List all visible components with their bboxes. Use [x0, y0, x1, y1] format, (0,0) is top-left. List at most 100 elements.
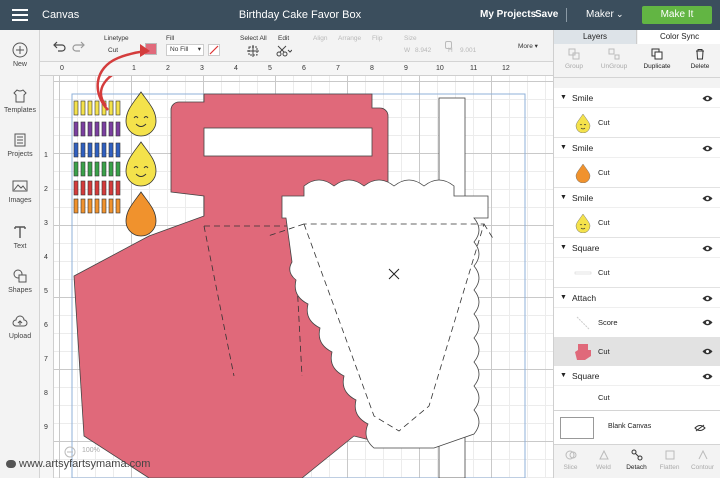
- layer-group[interactable]: ▼ Smile Cut: [554, 138, 720, 188]
- sidebar-item-text[interactable]: Text: [0, 224, 40, 250]
- layer-group[interactable]: ▼ Smile Cut: [554, 88, 720, 138]
- tab-layers[interactable]: Layers: [554, 30, 637, 44]
- slice-button[interactable]: Slice: [554, 449, 587, 471]
- layer-row[interactable]: Cut: [554, 158, 720, 187]
- design-canvas[interactable]: 100%: [54, 76, 553, 478]
- contour-icon: [698, 449, 707, 460]
- layer-group[interactable]: ▼ Smile Cut: [554, 188, 720, 238]
- layer-row[interactable]: Cut: [554, 208, 720, 237]
- eye-icon[interactable]: [702, 245, 713, 252]
- width-input[interactable]: 8.942: [415, 47, 431, 54]
- collapse-icon[interactable]: ▼: [560, 294, 567, 301]
- layer-name: Cut: [598, 347, 610, 356]
- save-button[interactable]: Save: [535, 9, 558, 20]
- ruler-tick-label: 11: [470, 65, 478, 72]
- layer-row[interactable]: Cut: [554, 108, 720, 137]
- align-label[interactable]: Align: [313, 35, 327, 42]
- sidebar-item-templates[interactable]: Templates: [0, 88, 40, 114]
- collapse-icon[interactable]: ▼: [560, 372, 567, 379]
- shirt-icon: [13, 89, 27, 103]
- layer-name: Cut: [598, 393, 610, 402]
- ruler-tick-label: 3: [44, 220, 48, 227]
- layer-actions: Group UnGroup Duplicate Delete: [554, 44, 720, 78]
- weld-button[interactable]: Weld: [587, 449, 620, 471]
- ruler-tick-label: 3: [200, 65, 204, 72]
- eye-icon[interactable]: [702, 319, 713, 326]
- flip-label[interactable]: Flip: [372, 35, 382, 42]
- make-it-button[interactable]: Make It: [642, 6, 712, 24]
- sidebar-item-shapes[interactable]: Shapes: [0, 268, 40, 294]
- flame-smile-2[interactable]: [125, 141, 157, 187]
- layer-row[interactable]: Cut: [554, 386, 720, 410]
- layer-row[interactable]: Cut: [554, 258, 720, 287]
- layer-group[interactable]: ▼ Square Cut: [554, 238, 720, 288]
- zoom-level: 100%: [82, 447, 100, 454]
- undo-icon[interactable]: [52, 40, 66, 52]
- ruler-tick-label: 1: [44, 152, 48, 159]
- layer-group-name: Attach: [572, 293, 597, 303]
- eye-icon[interactable]: [702, 295, 713, 302]
- eye-icon[interactable]: [702, 95, 713, 102]
- ruler-tick-label: 7: [336, 65, 340, 72]
- eye-hidden-icon[interactable]: [694, 424, 706, 432]
- chevron-down-icon[interactable]: ⌄: [616, 9, 624, 20]
- group-label: Group: [564, 63, 584, 70]
- menu-icon[interactable]: [12, 9, 28, 21]
- blank-canvas-row[interactable]: Blank Canvas: [554, 410, 720, 444]
- eye-icon[interactable]: [702, 195, 713, 202]
- duplicate-button[interactable]: Duplicate: [637, 48, 677, 70]
- eye-icon[interactable]: [702, 373, 713, 380]
- fill-value: No Fill: [170, 46, 189, 53]
- zoom-control[interactable]: [64, 446, 76, 458]
- layer-group-name: Square: [572, 243, 600, 253]
- more-menu[interactable]: More ▾: [518, 42, 538, 50]
- no-fill-icon[interactable]: [208, 44, 220, 56]
- layer-group[interactable]: ▼ Attach Score Cut: [554, 288, 720, 367]
- height-input[interactable]: 9.001: [460, 47, 476, 54]
- bottom-tools: Slice Weld Detach Flatten Contour: [554, 444, 720, 478]
- fill-label: Fill: [166, 35, 175, 42]
- layer-row[interactable]: Score: [554, 308, 720, 337]
- flame-orange[interactable]: [125, 191, 157, 237]
- delete-button[interactable]: Delete: [680, 48, 720, 70]
- machine-select[interactable]: Maker: [586, 9, 614, 20]
- collapse-icon[interactable]: ▼: [560, 94, 567, 101]
- arrange-label[interactable]: Arrange: [338, 35, 361, 42]
- select-all-icon[interactable]: [247, 45, 259, 57]
- layer-name: Cut: [598, 268, 610, 277]
- detach-button[interactable]: Detach: [620, 449, 653, 471]
- sidebar-item-images[interactable]: Images: [0, 178, 40, 204]
- eye-icon[interactable]: [702, 348, 713, 355]
- fill-select[interactable]: No Fill ▾: [166, 44, 204, 56]
- ruler-tick-label: 9: [404, 65, 408, 72]
- slice-icon: [565, 450, 576, 460]
- collapse-icon[interactable]: ▼: [560, 244, 567, 251]
- ungroup-button[interactable]: UnGroup: [594, 48, 634, 70]
- layer-group[interactable]: ▼ Square Cut: [554, 366, 720, 411]
- plus-icon: [12, 42, 28, 58]
- tab-color-sync[interactable]: Color Sync: [638, 30, 720, 44]
- layer-row-selected[interactable]: Cut: [554, 337, 720, 366]
- weld-label: Weld: [596, 464, 611, 471]
- size-label: Size: [404, 35, 417, 42]
- ruler-tick-label: 12: [502, 65, 510, 72]
- scissors-icon[interactable]: [276, 45, 292, 57]
- eye-icon[interactable]: [702, 145, 713, 152]
- contour-button[interactable]: Contour: [686, 449, 719, 471]
- score-thumbnail: [576, 316, 590, 330]
- watermark: www.artsyfartsymama.com: [6, 458, 150, 470]
- projects-icon: [14, 133, 26, 147]
- my-projects-link[interactable]: My Projects: [480, 9, 536, 20]
- collapse-icon[interactable]: ▼: [560, 144, 567, 151]
- blank-canvas-swatch[interactable]: [560, 417, 594, 439]
- sidebar-item-new[interactable]: New: [0, 42, 40, 68]
- sidebar-item-upload[interactable]: Upload: [0, 314, 40, 340]
- group-button[interactable]: Group: [554, 48, 594, 70]
- flatten-button[interactable]: Flatten: [653, 449, 686, 471]
- flame-thumbnail: [575, 113, 591, 133]
- collapse-icon[interactable]: ▼: [560, 194, 567, 201]
- contour-label: Contour: [690, 464, 715, 471]
- sidebar-item-label: Shapes: [8, 287, 32, 294]
- ruler-tick-label: 6: [302, 65, 306, 72]
- sidebar-item-projects[interactable]: Projects: [0, 132, 40, 158]
